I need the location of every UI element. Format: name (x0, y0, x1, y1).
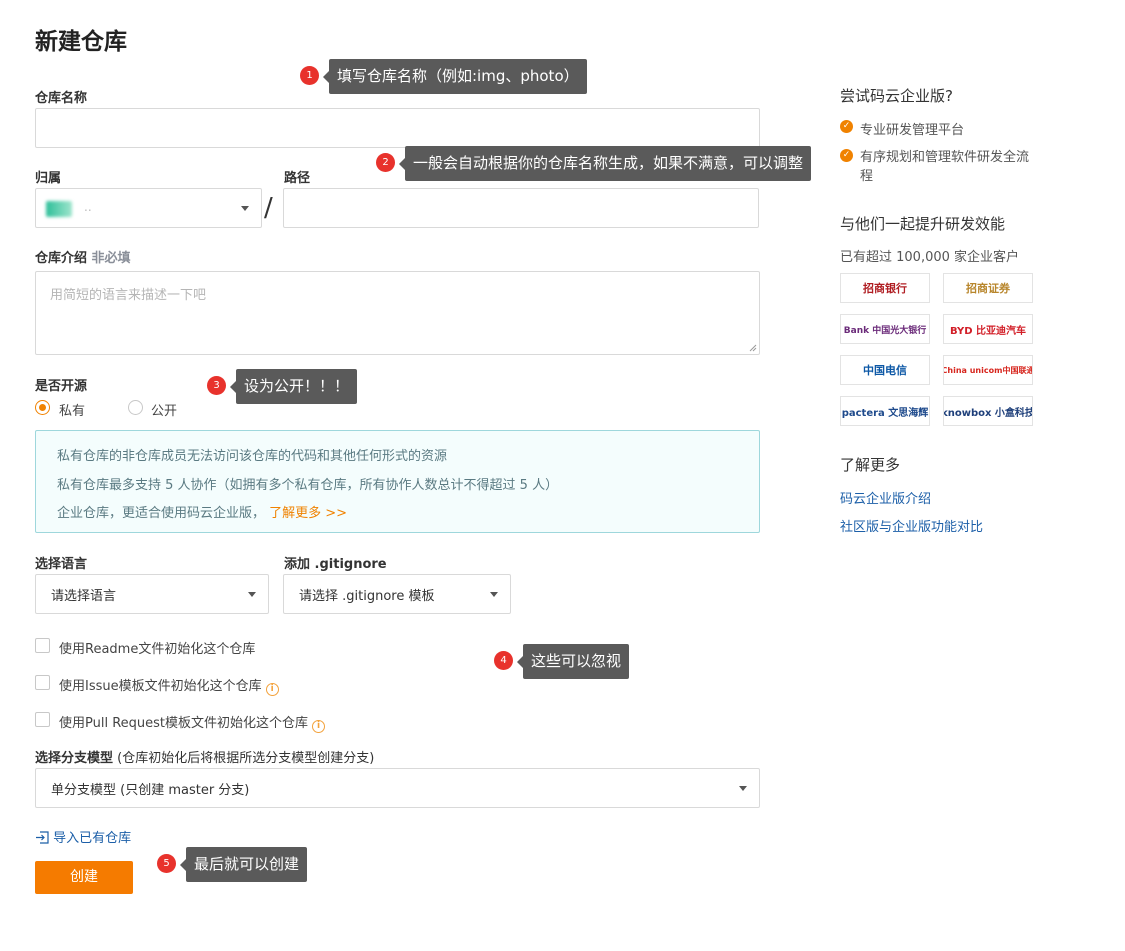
annotation-tip-3: 设为公开！！！ (229, 369, 358, 404)
learn-more-title: 了解更多 (840, 456, 901, 474)
create-button[interactable]: 创建 (35, 861, 133, 894)
path-label: 路径 (284, 171, 311, 186)
customer-logo: pactera 文思海辉 (840, 396, 930, 426)
info-line-1: 私有仓库的非仓库成员无法访问该仓库的代码和其他任何形式的资源 (57, 449, 448, 464)
language-select[interactable]: 请选择语言 (35, 574, 269, 614)
info-icon[interactable]: i (265, 683, 279, 696)
enterprise-intro-link[interactable]: 码云企业版介绍 (840, 488, 931, 507)
enterprise-title: 尝试码云企业版? (840, 87, 953, 105)
checkbox-readme-label: 使用Readme文件初始化这个仓库 (59, 642, 256, 657)
customer-logo: Bank 中国光大银行 (840, 314, 930, 344)
checkbox-issue-template[interactable] (35, 675, 50, 690)
radio-public-label: 公开 (151, 404, 178, 419)
owner-label: 归属 (35, 171, 62, 186)
feature-item: 有序规划和管理软件研发全流程 (860, 150, 1030, 184)
private-info-box: 私有仓库的非仓库成员无法访问该仓库的代码和其他任何形式的资源 私有仓库最多支持 … (35, 430, 760, 533)
feature-item: 专业研发管理平台 (860, 123, 965, 138)
language-label: 选择语言 (35, 557, 88, 572)
optional-tag: 非必填 (91, 251, 131, 266)
together-title: 与他们一起提升研发效能 (840, 215, 1006, 233)
edition-compare-link[interactable]: 社区版与企业版功能对比 (840, 516, 983, 535)
info-line-3: 企业仓库，更适合使用码云企业版， 了解更多 >> (57, 506, 348, 521)
checkbox-issue-template-label: 使用Issue模板文件初始化这个仓库 i (59, 675, 279, 696)
customer-logo: China unicom中国联通 (943, 355, 1033, 385)
radio-private-label: 私有 (59, 404, 86, 419)
gitignore-value: 请选择 .gitignore 模板 (299, 588, 435, 604)
owner-select[interactable]: .. (35, 188, 262, 228)
repo-name-input[interactable] (35, 108, 760, 148)
annotation-badge-3: 3 (207, 376, 226, 395)
check-circle-icon: ✓ (840, 149, 853, 162)
checkbox-readme[interactable] (35, 638, 50, 653)
gitignore-label: 添加 .gitignore (284, 557, 387, 572)
owner-avatar (46, 201, 72, 217)
import-repo-label: 导入已有仓库 (53, 831, 132, 846)
annotation-tip-4: 这些可以忽视 (516, 644, 630, 679)
branch-model-value: 单分支模型 (只创建 master 分支) (51, 782, 250, 798)
customer-logo: knowbox 小盒科技 (943, 396, 1033, 426)
annotation-badge-2: 2 (376, 153, 395, 172)
description-textarea[interactable]: 用简短的语言来描述一下吧 (35, 271, 760, 355)
learn-more-link[interactable]: 了解更多 >> (269, 506, 347, 521)
annotation-tip-1: 填写仓库名称（例如:img、photo） (323, 59, 587, 94)
chevron-down-icon (248, 592, 256, 597)
opensource-label: 是否开源 (35, 379, 88, 394)
customer-logo: BYD 比亚迪汽车 (943, 314, 1033, 344)
chevron-down-icon (490, 592, 498, 597)
branch-model-select[interactable]: 单分支模型 (只创建 master 分支) (35, 768, 760, 808)
chevron-down-icon (739, 786, 747, 791)
repo-name-label: 仓库名称 (35, 91, 88, 106)
annotation-badge-1: 1 (300, 66, 319, 85)
info-icon[interactable]: i (312, 720, 326, 733)
radio-public[interactable] (128, 400, 143, 415)
customer-logo: 招商银行 (840, 273, 930, 303)
branch-model-hint: (仓库初始化后将根据所选分支模型创建分支) (117, 751, 375, 766)
gitignore-select[interactable]: 请选择 .gitignore 模板 (283, 574, 511, 614)
annotation-badge-4: 4 (494, 651, 513, 670)
description-label: 仓库介绍 非必填 (35, 251, 131, 266)
customer-logo: 中国电信 (840, 355, 930, 385)
path-separator: / (264, 193, 273, 223)
customer-logo: 招商证券 (943, 273, 1033, 303)
annotation-tip-5: 最后就可以创建 (179, 847, 308, 882)
info-line-2: 私有仓库最多支持 5 人协作（如拥有多个私有仓库，所有协作人数总计不得超过 5 … (57, 478, 559, 493)
page-title: 新建仓库 (35, 29, 127, 55)
description-placeholder: 用简短的语言来描述一下吧 (50, 288, 207, 303)
branch-model-label: 选择分支模型 (仓库初始化后将根据所选分支模型创建分支) (35, 751, 375, 766)
path-input[interactable] (283, 188, 759, 228)
annotation-badge-5: 5 (157, 854, 176, 873)
radio-private[interactable] (35, 400, 50, 415)
annotation-tip-2: 一般会自动根据你的仓库名称生成，如果不满意，可以调整 (398, 146, 812, 181)
checkbox-pr-template[interactable] (35, 712, 50, 727)
chevron-down-icon (241, 206, 249, 211)
check-circle-icon: ✓ (840, 120, 853, 133)
import-icon (36, 831, 49, 844)
import-repo-link[interactable]: 导入已有仓库 (35, 827, 131, 846)
checkbox-pr-template-label: 使用Pull Request模板文件初始化这个仓库 i (59, 712, 326, 733)
customers-count: 已有超过 100,000 家企业客户 (840, 250, 1020, 265)
owner-value: .. (84, 200, 92, 214)
resize-handle-icon[interactable] (749, 344, 757, 352)
language-value: 请选择语言 (51, 588, 117, 604)
